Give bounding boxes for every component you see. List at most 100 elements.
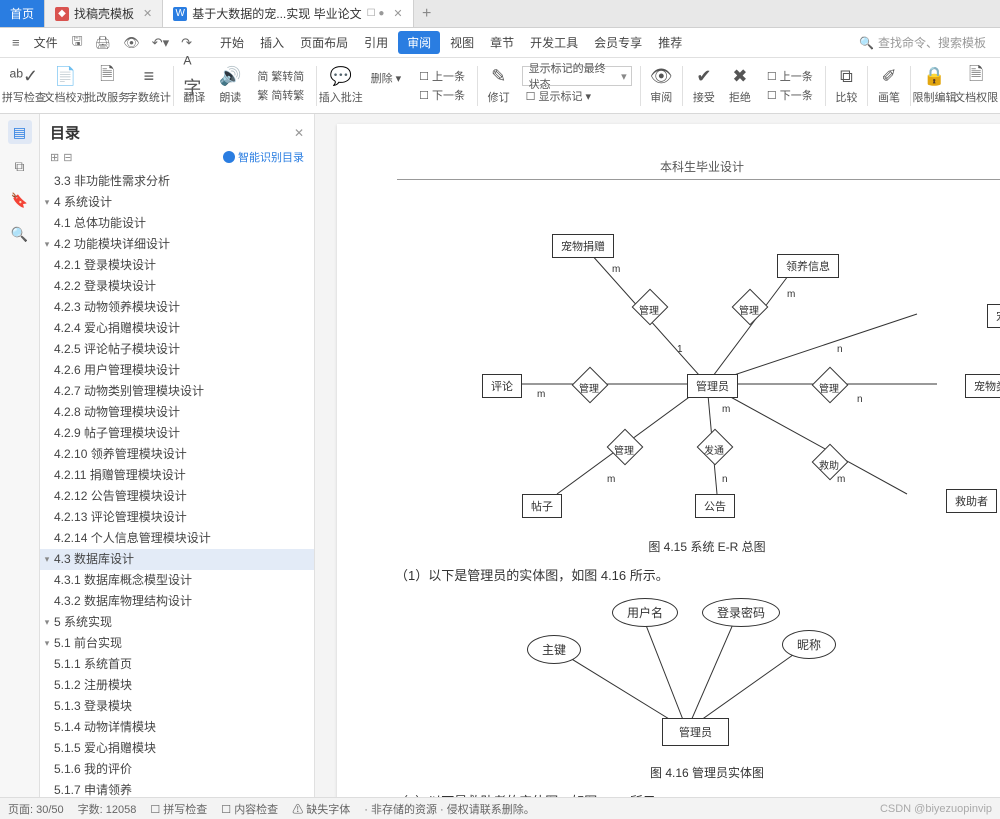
approve-button[interactable]: 🗎批改服务 (87, 65, 127, 107)
close-outline-icon[interactable]: ✕ (294, 126, 304, 140)
print-icon[interactable]: 🖨 (91, 33, 116, 53)
simp-to-trad-button[interactable]: 繁简转繁 (253, 86, 308, 104)
save-icon[interactable]: 🖫 (68, 30, 87, 56)
toc-item[interactable]: 5.1.3 登录模块 (40, 696, 314, 717)
toc-item[interactable]: 4.2.2 登录模块设计 (40, 276, 314, 297)
menu-dev[interactable]: 开发工具 (524, 30, 584, 55)
smart-toc-button[interactable]: 智能识别目录 (223, 149, 304, 165)
next-change-button[interactable]: ☐ 下一条 (763, 86, 817, 104)
menu-chapter[interactable]: 章节 (484, 30, 520, 55)
menu-insert[interactable]: 插入 (254, 30, 290, 55)
toc-item[interactable]: ▾4 系统设计 (40, 192, 314, 213)
menu-layout[interactable]: 页面布局 (294, 30, 354, 55)
menu-rec[interactable]: 推荐 (652, 30, 688, 55)
tab-document[interactable]: W基于大数据的宠...实现 毕业论文☐ ●✕ (163, 0, 413, 27)
search-input[interactable]: 🔍查找命令、搜索模板 (853, 32, 992, 53)
accept-button[interactable]: ✔接受 (687, 65, 721, 107)
entity-pet: 宠物 (987, 304, 1000, 328)
close-icon[interactable]: ✕ (393, 7, 402, 20)
toc-item[interactable]: 5.1.4 动物详情模块 (40, 717, 314, 738)
toc-item[interactable]: 5.1.7 申请领养 (40, 780, 314, 797)
entity-comment: 评论 (482, 374, 522, 398)
word-count[interactable]: 字数: 12058 (78, 801, 137, 817)
toc-item[interactable]: 4.3.1 数据库概念模型设计 (40, 570, 314, 591)
revise-button[interactable]: ✎修订 (482, 65, 516, 107)
toc-item[interactable]: 4.2.6 用户管理模块设计 (40, 360, 314, 381)
add-tab-button[interactable]: + (414, 0, 440, 27)
menu-view[interactable]: 视图 (444, 30, 480, 55)
ai-icon (223, 151, 235, 163)
document-canvas[interactable]: 本科生毕业设计 宠物捐赠 领养信息 宠物 宠物类别 救助者 公告 (315, 114, 1000, 797)
search-pane-icon[interactable]: 🔍 (8, 222, 32, 246)
status-spell[interactable]: ☐ 拼写检查 (150, 801, 207, 817)
attr-nick: 昵称 (782, 630, 836, 659)
toc-item[interactable]: 4.2.10 领养管理模块设计 (40, 444, 314, 465)
tab-bar: 首页 ◆找稿壳模板✕ W基于大数据的宠...实现 毕业论文☐ ●✕ + (0, 0, 1000, 28)
proof-button[interactable]: 📄文档校对 (46, 65, 86, 107)
toc-item[interactable]: 5.1.1 系统首页 (40, 654, 314, 675)
menu-start[interactable]: 开始 (214, 30, 250, 55)
redo-icon[interactable]: ↷ (177, 33, 196, 53)
tab-templates[interactable]: ◆找稿壳模板✕ (45, 0, 163, 27)
toc-item[interactable]: 4.2.1 登录模块设计 (40, 255, 314, 276)
reject-button[interactable]: ✖拒绝 (723, 65, 757, 107)
paragraph-1: （1）以下是管理员的实体图，如图 4.16 所示。 (395, 565, 1000, 584)
toc-item[interactable]: ▾4.2 功能模块详细设计 (40, 234, 314, 255)
prev-change-button[interactable]: ☐ 上一条 (763, 67, 817, 85)
status-content[interactable]: ☐ 内容检查 (221, 801, 278, 817)
toc-item[interactable]: 4.3.2 数据库物理结构设计 (40, 591, 314, 612)
outline-icon[interactable]: ▤ (8, 120, 32, 144)
menu-review[interactable]: 审阅 (398, 31, 440, 54)
toc-item[interactable]: 4.2.5 评论帖子模块设计 (40, 339, 314, 360)
nav-icon[interactable]: ⧉ (8, 154, 32, 178)
toc-item[interactable]: 4.2.12 公告管理模块设计 (40, 486, 314, 507)
toc-item[interactable]: 4.2.13 评论管理模块设计 (40, 507, 314, 528)
insert-comment-button[interactable]: 💬插入批注 (321, 65, 361, 107)
page-indicator[interactable]: 页面: 30/50 (8, 801, 64, 817)
toc-item[interactable]: ▾5.1 前台实现 (40, 633, 314, 654)
tab-home[interactable]: 首页 (0, 0, 45, 27)
toc-item[interactable]: 4.2.8 动物管理模块设计 (40, 402, 314, 423)
er-diagram-1: 宠物捐赠 领养信息 宠物 宠物类别 救助者 公告 帖子 评论 管理员 管理 管理… (377, 194, 1000, 534)
toc-item[interactable]: 4.2.9 帖子管理模块设计 (40, 423, 314, 444)
menu-vip[interactable]: 会员专享 (588, 30, 648, 55)
toc-item[interactable]: 5.1.6 我的评价 (40, 759, 314, 780)
toc-item[interactable]: ▾5 系统实现 (40, 612, 314, 633)
status-missing-font[interactable]: ⚠ 缺失字体 (292, 801, 350, 817)
toc-item[interactable]: 4.2.11 捐赠管理模块设计 (40, 465, 314, 486)
delete-comment-button[interactable]: 删除▾ (367, 69, 406, 87)
spell-check-button[interactable]: ᵃᵇ✓拼写检查 (4, 65, 44, 107)
expand-all-icon[interactable]: ⊞ (50, 152, 59, 164)
file-menu[interactable]: 文件 (28, 30, 64, 55)
close-icon[interactable]: ✕ (143, 7, 152, 20)
toc-item[interactable]: 4.2.4 爱心捐赠模块设计 (40, 318, 314, 339)
bookmark-icon[interactable]: 🔖 (8, 188, 32, 212)
collapse-all-icon[interactable]: ⊟ (63, 152, 72, 164)
review-button[interactable]: 👁审阅 (644, 65, 678, 107)
doc-icon: ◆ (55, 7, 69, 21)
restrict-edit-button[interactable]: 🔒限制编辑 (915, 65, 955, 107)
toc-item[interactable]: 5.1.5 爱心捐赠模块 (40, 738, 314, 759)
toc-item[interactable]: 4.2.3 动物领养模块设计 (40, 297, 314, 318)
read-aloud-button[interactable]: 🔊朗读 (213, 65, 247, 107)
track-display-dropdown[interactable]: 显示标记的最终状态 (522, 66, 632, 86)
toc-item[interactable]: 4.1 总体功能设计 (40, 213, 314, 234)
trad-to-simp-button[interactable]: 简繁转简 (253, 67, 308, 85)
toc-item[interactable]: 3.3 非功能性需求分析 (40, 171, 314, 192)
toc-item[interactable]: 4.2.7 动物类别管理模块设计 (40, 381, 314, 402)
doc-perm-button[interactable]: 🗎文档权限 (956, 65, 996, 107)
preview-icon[interactable]: 👁 (119, 33, 144, 53)
undo-icon[interactable]: ↶▾ (148, 33, 173, 53)
menu-ref[interactable]: 引用 (358, 30, 394, 55)
toc-item[interactable]: ▾4.3 数据库设计 (40, 549, 314, 570)
translate-button[interactable]: ᴬ字翻译 (177, 65, 211, 107)
compare-button[interactable]: ⧉比较 (829, 65, 863, 107)
wordcount-button[interactable]: ≡字数统计 (129, 65, 169, 107)
prev-comment-button[interactable]: ☐ 上一条 (415, 67, 469, 85)
next-comment-button[interactable]: ☐ 下一条 (415, 86, 469, 104)
toc-item[interactable]: 5.1.2 注册模块 (40, 675, 314, 696)
menu-icon[interactable]: ≡ (8, 33, 24, 52)
toc-item[interactable]: 4.2.14 个人信息管理模块设计 (40, 528, 314, 549)
toc-list[interactable]: 3.3 非功能性需求分析▾4 系统设计4.1 总体功能设计▾4.2 功能模块详细… (40, 171, 314, 797)
ink-button[interactable]: ✐画笔 (872, 65, 906, 107)
